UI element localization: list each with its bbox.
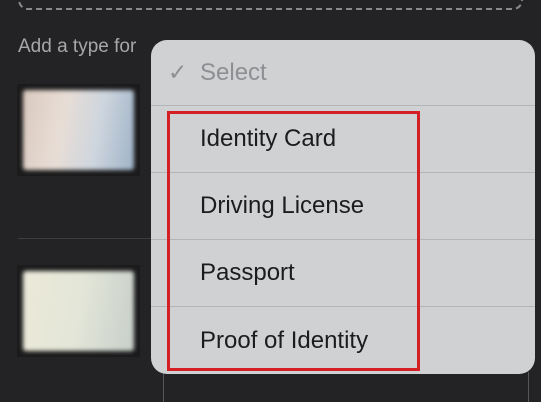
menu-item-driving-license[interactable]: Driving License (151, 173, 535, 240)
menu-item-label: Driving License (200, 192, 365, 219)
add-type-label: Add a type for (18, 36, 137, 57)
document-image (23, 90, 134, 170)
menu-item-identity-card[interactable]: Identity Card (151, 106, 535, 173)
document-thumbnail[interactable] (17, 265, 140, 357)
menu-item-passport[interactable]: Passport (151, 240, 535, 307)
divider (18, 238, 168, 239)
upload-dropzone[interactable] (18, 0, 523, 10)
menu-item-label: Proof of Identity (200, 326, 369, 354)
document-type-dropdown-menu: ✓ Select Identity Card Driving License P… (151, 40, 535, 374)
menu-item-label: Identity Card (200, 125, 337, 152)
type-select-field[interactable] (163, 372, 529, 402)
document-thumbnail[interactable] (17, 84, 140, 176)
menu-item-proof-of-identity[interactable]: Proof of Identity (151, 307, 535, 374)
menu-item-select[interactable]: ✓ Select (151, 40, 535, 106)
menu-item-label: Passport (200, 259, 295, 286)
menu-item-label: Select (200, 58, 267, 86)
document-image (23, 271, 134, 351)
checkmark-icon: ✓ (168, 59, 188, 85)
